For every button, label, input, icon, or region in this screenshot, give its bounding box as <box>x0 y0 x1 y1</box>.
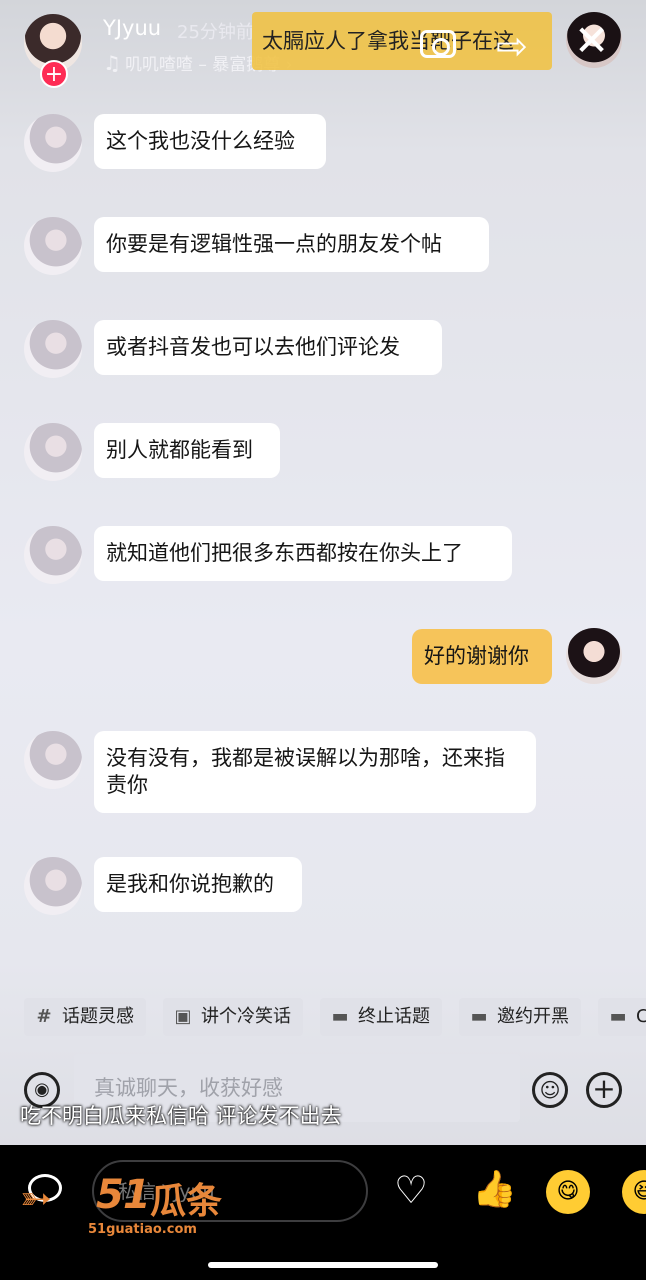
chip-label: 话题灵感 <box>62 1006 134 1027</box>
music-note-icon: ♫ <box>103 51 121 75</box>
heart-icon[interactable]: ♡ <box>394 1168 428 1212</box>
chip-cold-joke[interactable]: ▣ 讲个冷笑话 <box>163 998 303 1036</box>
watermark-fish-icon: ➳ <box>20 1176 52 1220</box>
sender-avatar[interactable] <box>24 423 82 481</box>
emoji-icon[interactable]: ☺ <box>532 1072 568 1108</box>
sender-avatar[interactable] <box>24 320 82 378</box>
home-indicator[interactable] <box>208 1262 438 1268</box>
message-bubble: 是我和你说抱歉的 <box>94 857 302 912</box>
plus-icon[interactable]: + <box>586 1072 622 1108</box>
sender-avatar[interactable] <box>24 526 82 584</box>
message-bubble: 这个我也没什么经验 <box>94 114 326 169</box>
chip-end-topic[interactable]: ▬ 终止话题 <box>320 998 442 1036</box>
post-time: 25分钟前 <box>177 22 254 43</box>
chip-label: 讲个冷笑话 <box>201 1006 291 1027</box>
chip-topic-ideas[interactable]: # 话题灵感 <box>24 998 146 1036</box>
sender-avatar[interactable] <box>24 731 82 789</box>
share-icon[interactable]: ⇨ <box>496 26 528 66</box>
yum-emoji-icon[interactable]: 😋 <box>546 1170 590 1214</box>
close-icon[interactable]: ✕ <box>574 18 609 64</box>
chip-label: 邀约开黑 <box>497 1006 569 1027</box>
watermark-url: 51guatiao.com <box>88 1222 197 1237</box>
chip-label: 终止话题 <box>358 1006 430 1027</box>
message-icon: ▬ <box>470 1006 488 1027</box>
message-bubble: 你要是有逻辑性强一点的朋友发个帖 <box>94 217 489 272</box>
message-bubble: 就知道他们把很多东西都按在你头上了 <box>94 526 512 581</box>
message-icon: ▬ <box>609 1006 627 1027</box>
my-message-bubble: 好的谢谢你 <box>412 629 552 684</box>
message-bubble: 别人就都能看到 <box>94 423 280 478</box>
username[interactable]: YJyuu <box>103 16 161 40</box>
thumbs-up-icon[interactable]: 👍 <box>472 1168 517 1212</box>
dice-icon: ▣ <box>174 1006 192 1027</box>
chip-more[interactable]: ▬ C <box>598 998 646 1036</box>
message-icon: ▬ <box>331 1006 349 1027</box>
my-avatar[interactable] <box>566 628 622 684</box>
follow-plus-badge[interactable]: + <box>40 60 68 88</box>
watermark-brand-cn: 瓜条 <box>150 1181 223 1222</box>
chip-label: C <box>636 1006 646 1027</box>
sender-avatar[interactable] <box>24 857 82 915</box>
message-bubble: 没有没有，我都是被误解以为那啥，还来指责你 <box>94 731 536 813</box>
sender-avatar[interactable] <box>24 217 82 275</box>
message-bubble: 或者抖音发也可以去他们评论发 <box>94 320 442 375</box>
suggestion-chips: # 话题灵感 ▣ 讲个冷笑话 ▬ 终止话题 ▬ 邀约开黑 ▬ C <box>0 990 646 1046</box>
video-caption: 吃不明白瓜来私信哈 评论发不出去 <box>20 1104 342 1128</box>
sender-avatar[interactable] <box>24 114 82 172</box>
hashtag-icon: # <box>36 1006 52 1027</box>
chip-invite-game[interactable]: ▬ 邀约开黑 <box>459 998 581 1036</box>
camera-icon[interactable] <box>420 30 456 58</box>
watermark-brand: 51 <box>96 1172 151 1218</box>
